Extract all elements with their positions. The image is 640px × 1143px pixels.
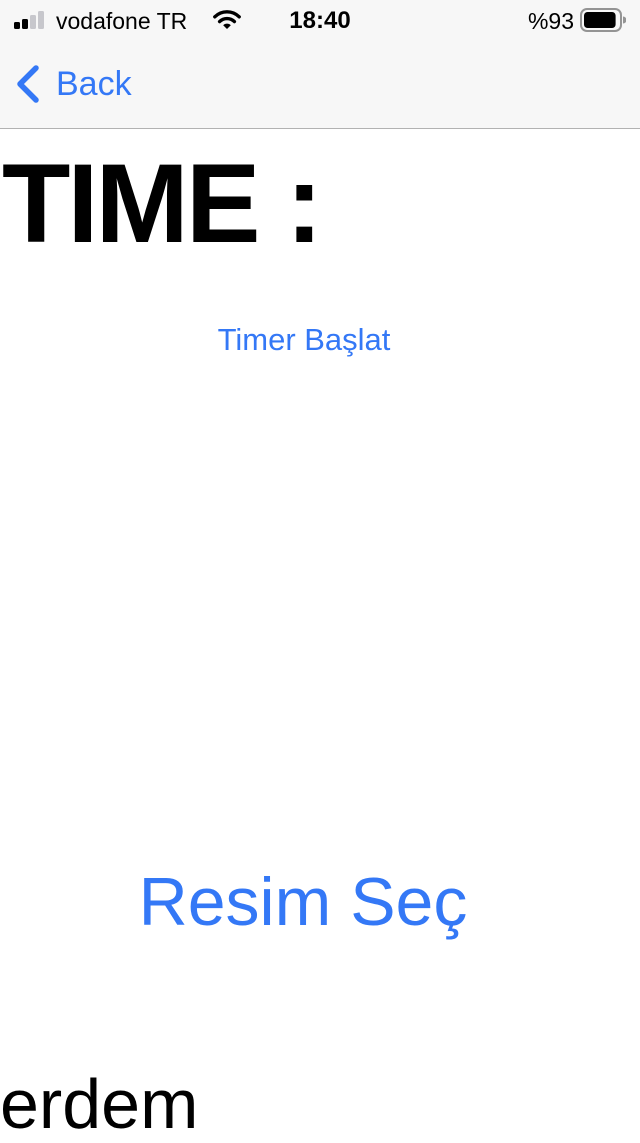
back-button[interactable]: Back bbox=[14, 62, 132, 106]
chevron-left-icon bbox=[17, 65, 39, 103]
battery-percent: %93 bbox=[527, 8, 574, 34]
battery-icon bbox=[580, 8, 626, 32]
navigation-bar: Back bbox=[0, 40, 640, 129]
name-label: erdem bbox=[0, 1065, 199, 1143]
pick-image-button[interactable]: Resim Seç bbox=[0, 862, 606, 942]
start-timer-button[interactable]: Timer Başlat bbox=[0, 320, 608, 360]
time-label: TIME : bbox=[2, 141, 323, 266]
back-label: Back bbox=[56, 65, 132, 103]
status-bar: vodafone TR 18:40 %93 bbox=[0, 0, 640, 40]
